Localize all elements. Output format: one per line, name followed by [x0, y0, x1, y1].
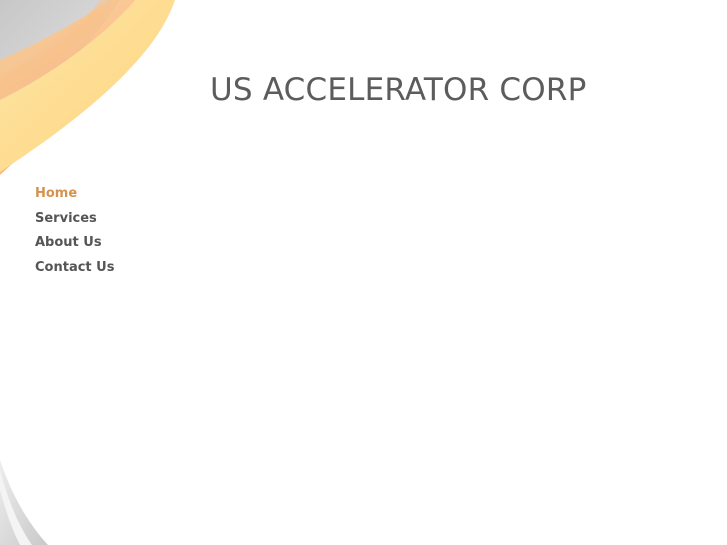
- nav-item-contact-us: Contact Us: [35, 258, 114, 283]
- nav-item-services: Services: [35, 209, 114, 234]
- site-title: US ACCELERATOR CORP: [210, 72, 587, 108]
- nav-link-services[interactable]: Services: [35, 211, 97, 226]
- nav-link-contact-us[interactable]: Contact Us: [35, 260, 114, 275]
- nav-link-about-us[interactable]: About Us: [35, 235, 102, 250]
- main-nav: Home Services About Us Contact Us: [35, 184, 114, 282]
- page: US ACCELERATOR CORP Home Services About …: [0, 0, 727, 545]
- nav-item-home: Home: [35, 184, 114, 209]
- nav-link-home[interactable]: Home: [35, 186, 77, 201]
- nav-item-about-us: About Us: [35, 233, 114, 258]
